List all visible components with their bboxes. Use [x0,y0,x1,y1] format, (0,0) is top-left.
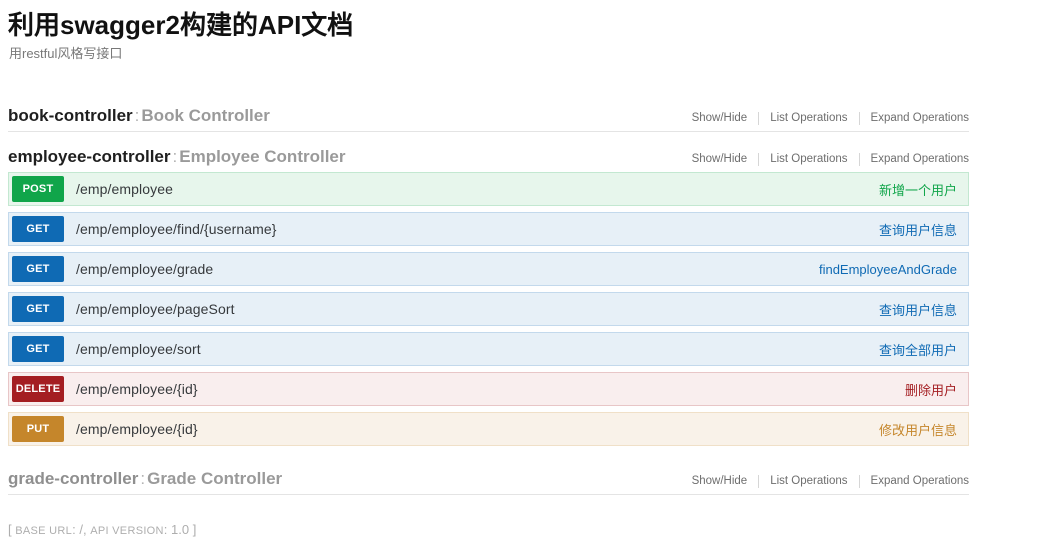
operation-row[interactable]: GET /emp/employee/find/{username} 查询用户信息 [8,212,969,246]
base-url-label: BASE URL [15,525,73,537]
resource-header-book-controller[interactable]: book-controller: Book Controller Show/Hid… [8,101,969,131]
resource-description: Book Controller [141,106,270,125]
resource-title-book-controller[interactable]: book-controller: Book Controller [8,101,270,131]
api-version-value: 1.0 [171,522,190,537]
operation-path[interactable]: /emp/employee/sort [76,341,879,357]
list-operations-link[interactable]: List Operations [759,112,858,124]
operation-row[interactable]: GET /emp/employee/pageSort 查询用户信息 [8,292,969,326]
resource-options-employee-controller: Show/Hide List Operations Expand Operati… [681,152,969,168]
http-method-badge: GET [12,216,64,242]
footer-open-bracket: [ [8,522,12,537]
operation-summary: 查询全部用户 [878,342,957,358]
show-hide-link[interactable]: Show/Hide [681,112,759,124]
operation-row[interactable]: PUT /emp/employee/{id} 修改用户信息 [8,412,969,446]
resource-header-grade-controller[interactable]: grade-controller: Grade Controller Show/H… [8,464,969,494]
operation-summary: 修改用户信息 [878,422,957,438]
resource-book-controller: book-controller: Book Controller Show/Hid… [8,101,969,132]
http-method-badge: PUT [12,416,64,442]
show-hide-link[interactable]: Show/Hide [681,153,759,165]
operation-path[interactable]: /emp/employee [76,181,879,197]
base-url-info: [ BASE URL: /, API VERSION: 1.0 ] [8,521,970,540]
footer-close-bracket: ] [192,522,197,537]
list-operations-link[interactable]: List Operations [759,475,858,487]
resource-title-employee-controller[interactable]: employee-controller: Employee Controller [8,142,346,172]
base-url-separator: : [72,522,76,537]
show-hide-link[interactable]: Show/Hide [681,475,759,487]
page-content: 利用swagger2构建的API文档 用restful风格写接口 book-co… [0,0,970,540]
operation-summary: findEmployeeAndGrade [818,261,957,277]
operations-list-employee-controller: POST /emp/employee 新增一个用户 GET /emp/emplo… [8,172,969,446]
resource-options-book-controller: Show/Hide List Operations Expand Operati… [681,111,969,127]
resource-name: employee-controller [8,147,171,166]
operation-summary: 查询用户信息 [878,302,957,318]
operation-row[interactable]: POST /emp/employee 新增一个用户 [8,172,969,206]
resource-description: Grade Controller [147,469,283,488]
resource-name: book-controller [8,106,133,125]
http-method-badge: DELETE [12,376,64,402]
resource-employee-controller: employee-controller: Employee Controller … [8,142,969,446]
page-title: 利用swagger2构建的API文档 [8,10,354,40]
footer-comma: , [82,522,87,537]
operation-path[interactable]: /emp/employee/pageSort [76,301,879,317]
swagger-ui-page: 利用swagger2构建的API文档 用restful风格写接口 book-co… [0,0,1064,538]
operation-path[interactable]: /emp/employee/{id} [76,421,879,437]
operation-row[interactable]: DELETE /emp/employee/{id} 删除用户 [8,372,969,406]
expand-operations-link[interactable]: Expand Operations [860,153,969,165]
resource-separator: : [172,147,178,166]
list-operations-link[interactable]: List Operations [759,153,858,165]
resource-options-grade-controller: Show/Hide List Operations Expand Operati… [681,474,969,490]
resource-title-grade-controller[interactable]: grade-controller: Grade Controller [8,464,282,494]
expand-operations-link[interactable]: Expand Operations [860,475,969,487]
operation-row[interactable]: GET /emp/employee/grade findEmployeeAndG… [8,252,969,286]
resource-name: grade-controller [8,469,139,488]
resource-grade-controller: grade-controller: Grade Controller Show/H… [8,464,969,495]
operation-row[interactable]: GET /emp/employee/sort 查询全部用户 [8,332,969,366]
http-method-badge: GET [12,296,64,322]
operation-path[interactable]: /emp/employee/find/{username} [76,221,879,237]
operation-summary: 新增一个用户 [878,182,957,198]
page-subtitle: 用restful风格写接口 [9,46,123,61]
operation-summary: 查询用户信息 [878,222,957,238]
api-info: 利用swagger2构建的API文档 用restful风格写接口 [8,0,970,63]
resource-description: Employee Controller [179,147,346,166]
api-footer: [ BASE URL: /, API VERSION: 1.0 ] [8,521,970,540]
resource-separator: : [140,469,146,488]
http-method-badge: POST [12,176,64,202]
api-version-separator: : [163,522,168,537]
api-version-label: API VERSION [90,525,164,537]
http-method-badge: GET [12,336,64,362]
resource-header-employee-controller[interactable]: employee-controller: Employee Controller … [8,142,969,172]
operation-path[interactable]: /emp/employee/grade [76,261,819,277]
http-method-badge: GET [12,256,64,282]
operation-path[interactable]: /emp/employee/{id} [76,381,905,397]
operation-summary: 删除用户 [904,382,957,398]
expand-operations-link[interactable]: Expand Operations [860,112,969,124]
